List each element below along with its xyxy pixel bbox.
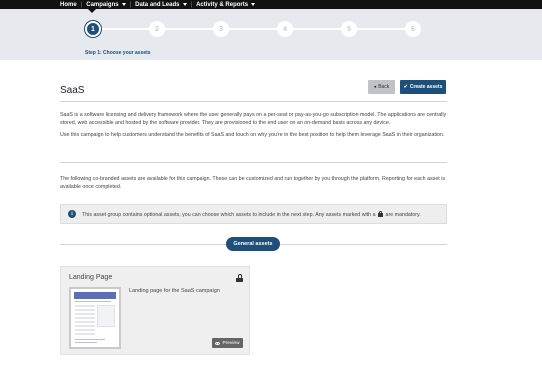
asset-card-description: Landing page for the SaaS campaign bbox=[129, 288, 220, 294]
description-paragraph-2: Use this campaign to help customers unde… bbox=[60, 132, 445, 138]
chevron-left-icon: ◂ bbox=[373, 84, 377, 90]
step-3: 3 bbox=[213, 21, 229, 37]
step-5: 5 bbox=[341, 21, 357, 37]
eye-icon bbox=[215, 341, 221, 345]
step-6: 6 bbox=[405, 21, 421, 37]
thumbnail-form-block bbox=[97, 305, 115, 327]
caret-down-icon bbox=[251, 3, 256, 6]
step-2: 2 bbox=[149, 21, 165, 37]
description-paragraph-1: SaaS is a software licensing and deliver… bbox=[60, 112, 447, 126]
preview-button-label: Preview bbox=[222, 340, 240, 346]
step-1: 1 bbox=[85, 21, 101, 37]
step-connector-line bbox=[93, 28, 415, 30]
thumbnail-line bbox=[75, 342, 97, 343]
page-title: SaaS bbox=[60, 85, 85, 96]
create-assets-label: Create assets bbox=[409, 84, 443, 90]
nav-campaigns[interactable]: Campaigns bbox=[86, 1, 126, 8]
nav-separator: | bbox=[129, 1, 132, 8]
info-icon: i bbox=[68, 210, 76, 218]
step-progress: 1 2 3 4 5 6 Step 1: Choose your assets bbox=[0, 9, 542, 60]
info-text-after: are mandatory. bbox=[385, 211, 421, 218]
divider bbox=[60, 162, 447, 163]
nav-data-and-leads[interactable]: Data and Leads bbox=[135, 1, 187, 8]
active-menu-indicator bbox=[88, 9, 96, 13]
caret-down-icon bbox=[182, 3, 187, 6]
nav-campaigns-label: Campaigns bbox=[86, 1, 119, 8]
info-text-before: This asset group contains optional asset… bbox=[82, 211, 376, 218]
thumbnail-header bbox=[74, 292, 116, 299]
nav-home-label: Home bbox=[60, 1, 77, 8]
divider bbox=[60, 101, 447, 102]
asset-thumbnail[interactable] bbox=[69, 287, 121, 349]
info-text: This asset group contains optional asset… bbox=[82, 210, 421, 218]
asset-card[interactable]: Landing Page Landing page for the SaaS c… bbox=[60, 266, 250, 355]
thumbnail-line bbox=[75, 301, 111, 302]
check-icon: ✔ bbox=[403, 84, 408, 90]
thumbnail-text-block bbox=[75, 305, 95, 335]
top-nav: Home | Campaigns | Data and Leads | Acti… bbox=[0, 0, 542, 9]
thumbnail-line bbox=[75, 339, 105, 340]
nav-activity-reports[interactable]: Activity & Reports bbox=[196, 1, 256, 8]
nav-separator: | bbox=[80, 1, 83, 8]
lock-icon bbox=[236, 274, 243, 282]
step-caption: Step 1: Choose your assets bbox=[85, 50, 151, 56]
step-4: 4 bbox=[277, 21, 293, 37]
caret-down-icon bbox=[121, 3, 126, 6]
nav-home[interactable]: Home bbox=[60, 2, 77, 8]
nav-data-and-leads-label: Data and Leads bbox=[135, 1, 180, 8]
nav-activity-reports-label: Activity & Reports bbox=[196, 1, 249, 8]
section-header-general-assets: General assets bbox=[226, 237, 280, 251]
asset-card-title: Landing Page bbox=[69, 274, 113, 281]
info-alert: i This asset group contains optional ass… bbox=[60, 204, 447, 224]
back-button[interactable]: ◂ Back bbox=[368, 80, 395, 94]
nav-separator: | bbox=[190, 1, 193, 8]
lock-icon bbox=[378, 210, 384, 217]
preview-button[interactable]: Preview bbox=[212, 338, 243, 348]
back-button-label: Back bbox=[378, 84, 390, 90]
cobrand-paragraph: The following co-branded assets are avai… bbox=[60, 176, 446, 190]
create-assets-button[interactable]: ✔ Create assets bbox=[400, 80, 446, 94]
